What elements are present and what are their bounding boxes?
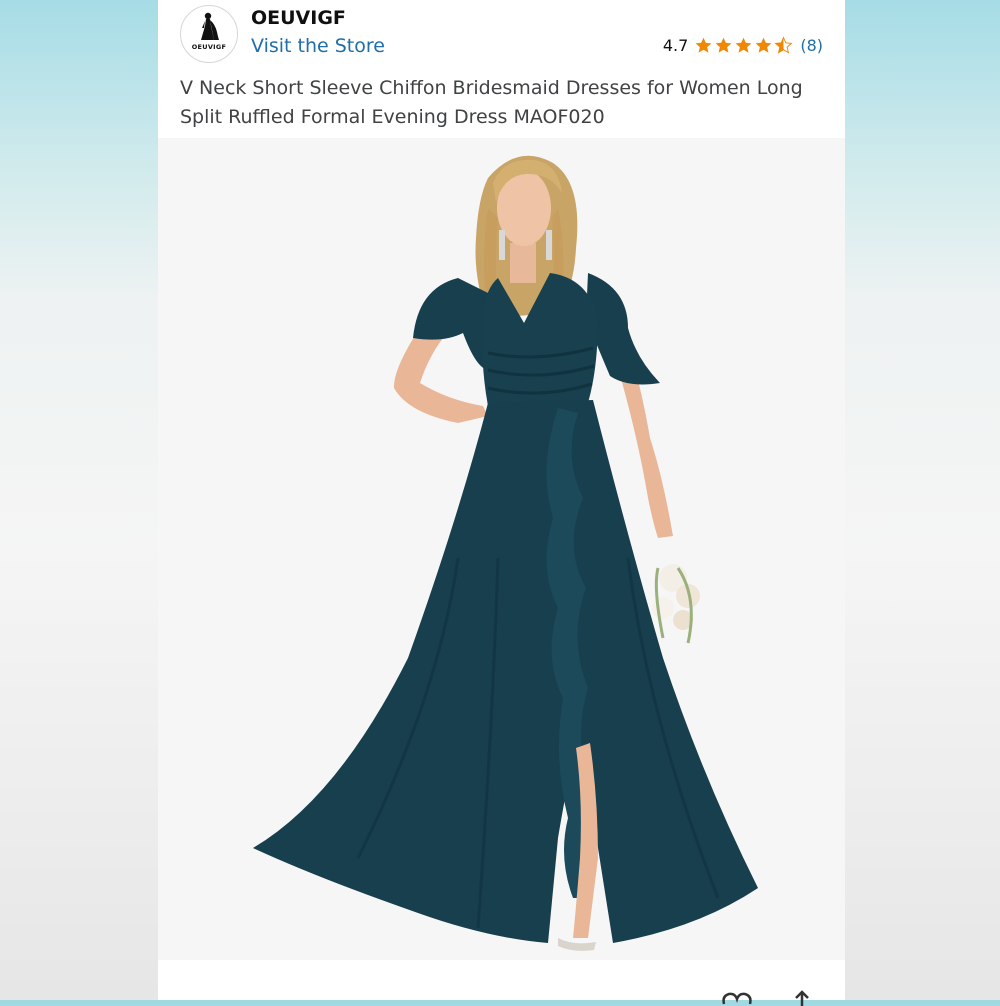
product-rating[interactable]: 4.7 (8) xyxy=(663,36,823,55)
product-header: OEUVIGF OEUVIGF Visit the Store 4.7 (8) … xyxy=(158,0,845,138)
star-full-icon xyxy=(735,37,752,53)
model-in-dress-illustration xyxy=(253,155,758,951)
product-image[interactable] xyxy=(158,138,845,960)
seller-logo[interactable]: OEUVIGF xyxy=(180,5,238,63)
star-full-icon xyxy=(695,37,712,53)
seller-logo-text: OEUVIGF xyxy=(191,43,227,51)
star-full-icon xyxy=(755,37,772,53)
heart-icon[interactable] xyxy=(720,990,754,1006)
product-card: OEUVIGF OEUVIGF Visit the Store 4.7 (8) … xyxy=(158,0,845,1006)
left-background-margin xyxy=(0,0,158,1000)
right-background-margin xyxy=(845,0,1000,1000)
product-title: V Neck Short Sleeve Chiffon Bridesmaid D… xyxy=(180,77,803,128)
rating-value: 4.7 xyxy=(662,36,689,55)
rating-stars xyxy=(694,36,794,55)
seller-name[interactable]: OEUVIGF xyxy=(251,7,346,29)
star-full-icon xyxy=(715,37,732,53)
share-icon[interactable] xyxy=(790,990,814,1006)
rating-count-link[interactable]: (8) xyxy=(800,36,823,55)
bride-silhouette-icon xyxy=(201,12,219,40)
image-action-bar xyxy=(158,960,845,1006)
visit-store-link[interactable]: Visit the Store xyxy=(251,35,385,57)
star-half-icon xyxy=(774,36,793,54)
